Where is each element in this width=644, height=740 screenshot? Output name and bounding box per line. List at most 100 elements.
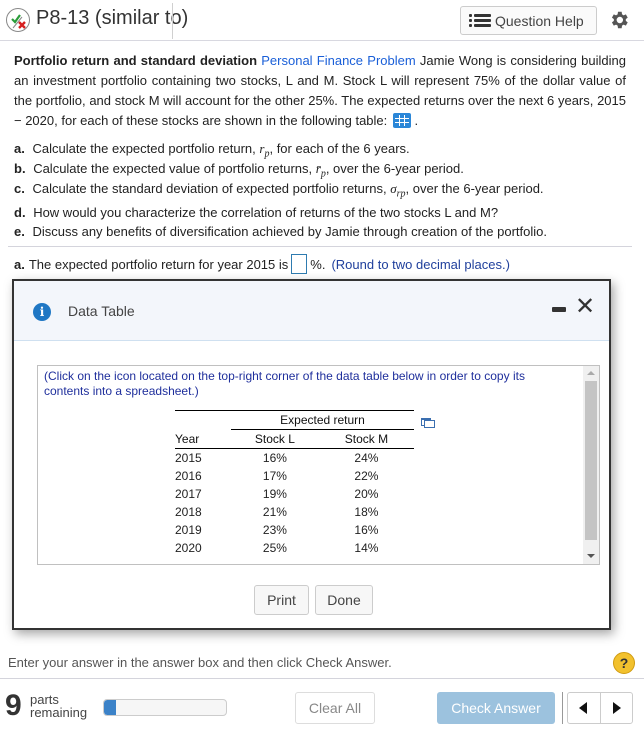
part-c: c. Calculate the standard deviation of e…: [14, 179, 626, 200]
nav-separator: [600, 693, 601, 723]
part-text: Calculate the expected value of portfoli…: [33, 161, 313, 176]
table-row: 2015 16% 24%: [175, 449, 414, 468]
empty-header: [175, 410, 231, 430]
table-row: 2019 23% 16%: [175, 521, 414, 539]
stock-l-cell: 19%: [262, 487, 287, 501]
question-parts: a. Calculate the expected portfolio retu…: [14, 139, 626, 241]
math-symbol: r̄p: [316, 161, 326, 180]
nav-divider: [562, 692, 563, 724]
dialog-scroll-area: (Click on the icon located on the top-ri…: [37, 365, 600, 565]
clear-all-button[interactable]: Clear All: [295, 692, 375, 724]
part-text: Calculate the standard deviation of expe…: [32, 181, 387, 196]
stock-l-cell: 23%: [262, 523, 287, 537]
part-d: d. How would you characterize the correl…: [14, 203, 626, 223]
column-header: Year: [175, 429, 231, 449]
answer-prefix: The expected portfolio return for year 2…: [28, 256, 289, 272]
dialog-title: Data Table: [68, 303, 135, 319]
header: P8-13 (similar to) Question Help: [0, 0, 644, 41]
data-table: Expected return Year Stock L Stock M 201…: [175, 410, 414, 557]
math-symbol: σrp: [390, 181, 405, 200]
part-b: b. Calculate the expected value of portf…: [14, 159, 626, 180]
year-cell: 2017: [175, 487, 202, 501]
check-answer-button[interactable]: Check Answer: [437, 692, 555, 724]
part-label: e.: [14, 224, 25, 239]
scrollbar-thumb[interactable]: [585, 381, 597, 540]
footer-divider: [0, 678, 644, 679]
table-grid-icon[interactable]: [392, 113, 411, 128]
part-e: e. Discuss any benefits of diversificati…: [14, 223, 626, 241]
part-text: Calculate the expected portfolio return,: [32, 141, 256, 156]
stock-m-cell: 14%: [354, 541, 379, 555]
part-label: d.: [14, 205, 26, 220]
minimize-icon[interactable]: [552, 307, 566, 312]
scroll-down-icon[interactable]: [587, 554, 595, 558]
year-cell: 2018: [175, 505, 202, 519]
answer-input[interactable]: [291, 254, 308, 274]
stock-m-cell: 24%: [354, 451, 379, 465]
instruction-message: Enter your answer in the answer box and …: [8, 655, 392, 670]
problem-heading: Portfolio return and standard deviation: [14, 53, 258, 68]
gear-icon[interactable]: [608, 9, 630, 31]
done-button[interactable]: Done: [315, 585, 373, 615]
copy-to-spreadsheet-icon[interactable]: [421, 418, 435, 428]
stock-m-cell: 18%: [354, 505, 379, 519]
part-text-after: , for each of the 6 years.: [269, 141, 410, 156]
year-cell: 2020: [175, 541, 202, 555]
part-a: a. Calculate the expected portfolio retu…: [14, 139, 626, 160]
partially-correct-icon: [6, 8, 30, 32]
header-divider: [172, 3, 173, 39]
problem-tag: Personal Finance Problem: [261, 53, 416, 68]
part-label: c.: [14, 181, 25, 196]
stock-l-cell: 21%: [262, 505, 287, 519]
stock-l-cell: 17%: [262, 469, 287, 483]
column-header: Stock L: [231, 429, 319, 449]
subscript: rp: [396, 188, 406, 200]
table-row: 2020 25% 14%: [175, 539, 414, 557]
table-header-row: Year Stock L Stock M: [175, 429, 414, 449]
problem-statement: Portfolio return and standard deviation …: [14, 51, 626, 131]
answer-suffix: %.: [310, 256, 326, 272]
part-label: a.: [14, 141, 25, 156]
part-text: Discuss any benefits of diversification …: [32, 224, 547, 239]
scroll-up-icon[interactable]: [587, 371, 595, 375]
stock-m-cell: 20%: [354, 487, 379, 501]
problem-trailing: .: [414, 113, 419, 128]
stock-m-cell: 16%: [354, 523, 379, 537]
parts-remaining-label: parts remaining: [30, 693, 87, 719]
table-group-header-row: Expected return: [175, 410, 414, 430]
math-symbol: rp: [259, 141, 269, 160]
dialog-header: i Data Table ✕: [14, 281, 609, 341]
part-text: How would you characterize the correlati…: [33, 205, 499, 220]
print-button[interactable]: Print: [254, 585, 309, 615]
stock-m-cell: 22%: [354, 469, 379, 483]
parts-remaining-count: 9: [5, 689, 22, 722]
scrollbar[interactable]: [583, 366, 599, 564]
column-header: Stock M: [318, 429, 414, 449]
previous-arrow-icon[interactable]: [579, 702, 587, 714]
close-icon[interactable]: ✕: [575, 291, 595, 321]
table-row: 2018 21% 18%: [175, 503, 414, 521]
copy-instructions: (Click on the icon located on the top-ri…: [44, 369, 525, 398]
help-icon[interactable]: ?: [613, 652, 635, 674]
stock-l-cell: 25%: [262, 541, 287, 555]
year-cell: 2015: [175, 451, 202, 465]
question-help-label: Question Help: [495, 12, 584, 29]
table-row: 2016 17% 22%: [175, 467, 414, 485]
group-header: Expected return: [231, 410, 414, 430]
data-table-dialog: i Data Table ✕ (Click on the icon locate…: [12, 279, 611, 630]
part-text-after: , over the 6-year period.: [405, 181, 544, 196]
parts-label-line2: remaining: [30, 705, 88, 720]
question-nav: [567, 692, 633, 724]
info-icon: i: [33, 303, 51, 321]
part-text-after: , over the 6-year period.: [325, 161, 464, 176]
year-cell: 2016: [175, 469, 202, 483]
page-title: P8-13 (similar to): [36, 7, 189, 29]
year-cell: 2019: [175, 523, 202, 537]
next-arrow-icon[interactable]: [613, 702, 621, 714]
answer-label: a.: [14, 256, 25, 272]
answer-line: a. The expected portfolio return for yea…: [14, 254, 510, 274]
progress-bar: [103, 699, 227, 716]
question-help-button[interactable]: Question Help: [460, 6, 597, 35]
progress-fill: [104, 700, 117, 715]
part-label: b.: [14, 161, 26, 176]
